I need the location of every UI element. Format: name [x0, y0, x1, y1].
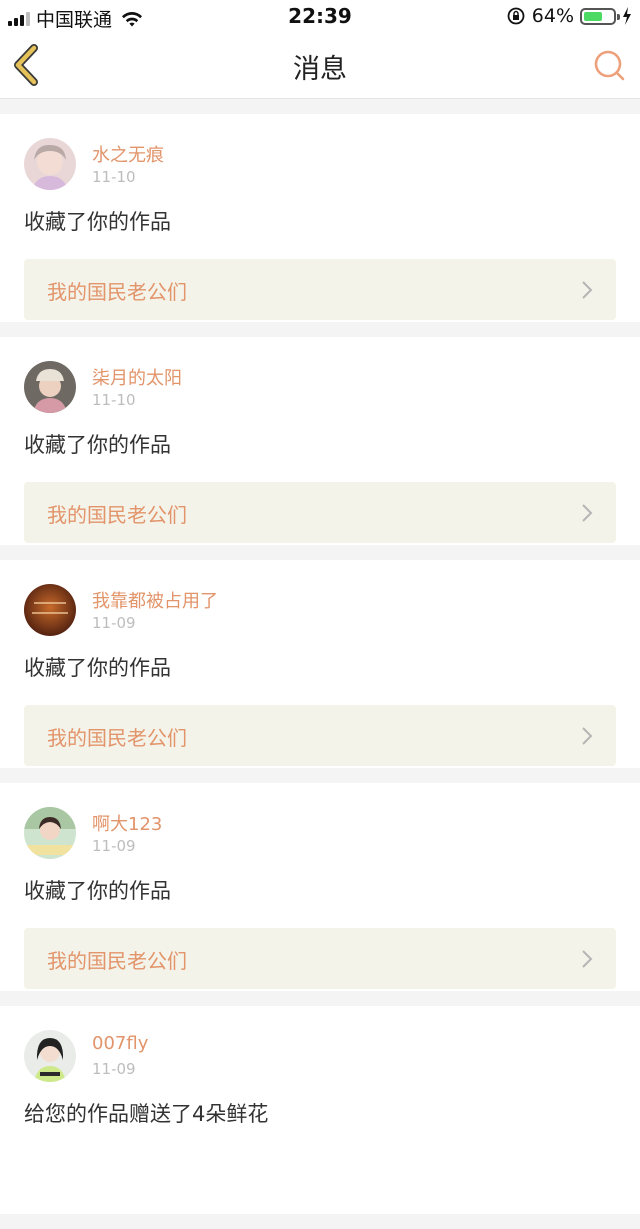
message-card: 啊大123 11-09 收藏了你的作品 我的国民老公们: [0, 783, 640, 991]
charging-bolt-icon: [623, 7, 631, 25]
message-card: 我靠都被占用了 11-09 收藏了你的作品 我的国民老公们: [0, 560, 640, 768]
battery-fill: [584, 11, 602, 21]
work-title: 我的国民老公们: [47, 280, 187, 304]
message-card: 水之无痕 11-10 收藏了你的作品 我的国民老公们: [0, 114, 640, 322]
message-list: 水之无痕 11-10 收藏了你的作品 我的国民老公们 柒月的太阳 11-10 收…: [0, 114, 640, 1229]
message-card: 007fly 11-09 给您的作品赠送了4朵鲜花: [0, 1006, 640, 1214]
user-name[interactable]: 柒月的太阳: [92, 364, 182, 390]
user-name[interactable]: 水之无痕: [92, 141, 164, 167]
message-date: 11-10: [92, 391, 136, 409]
message-date: 11-09: [92, 614, 136, 632]
avatar[interactable]: [24, 584, 76, 636]
avatar[interactable]: [24, 361, 76, 413]
work-title: 我的国民老公们: [47, 726, 187, 750]
work-link[interactable]: 我的国民老公们: [24, 705, 616, 766]
avatar[interactable]: [24, 807, 76, 859]
chevron-right-icon: [582, 504, 593, 522]
message-date: 11-09: [92, 1060, 136, 1078]
message-card: 柒月的太阳 11-10 收藏了你的作品 我的国民老公们: [0, 337, 640, 545]
message-text: 收藏了你的作品: [24, 433, 171, 457]
message-text: 收藏了你的作品: [24, 879, 171, 903]
work-link[interactable]: 我的国民老公们: [24, 928, 616, 989]
avatar[interactable]: [24, 1030, 76, 1082]
chevron-right-icon: [582, 281, 593, 299]
battery-icon: [580, 7, 620, 25]
search-icon: [594, 50, 625, 81]
work-title: 我的国民老公们: [47, 949, 187, 973]
user-name[interactable]: 啊大123: [92, 810, 162, 836]
chevron-right-icon: [582, 950, 593, 968]
work-link[interactable]: 我的国民老公们: [24, 482, 616, 543]
chevron-right-icon: [582, 727, 593, 745]
message-text: 给您的作品赠送了4朵鲜花: [24, 1102, 269, 1126]
message-date: 11-10: [92, 168, 136, 186]
message-text: 收藏了你的作品: [24, 210, 171, 234]
work-link[interactable]: 我的国民老公们: [24, 259, 616, 320]
page-title: 消息: [293, 54, 347, 85]
nav-bar: 消息: [0, 32, 640, 99]
battery-percent: 64%: [531, 5, 574, 27]
user-name[interactable]: 我靠都被占用了: [92, 587, 218, 613]
avatar[interactable]: [24, 138, 76, 190]
search-button[interactable]: [590, 46, 628, 84]
status-bar: 中国联通 22:39 64%: [0, 0, 640, 32]
user-name[interactable]: 007fly: [92, 1033, 148, 1054]
message-text: 收藏了你的作品: [24, 656, 171, 680]
orientation-lock-icon: [507, 7, 525, 25]
status-right: 64%: [506, 5, 632, 27]
work-title: 我的国民老公们: [47, 503, 187, 527]
message-date: 11-09: [92, 837, 136, 855]
